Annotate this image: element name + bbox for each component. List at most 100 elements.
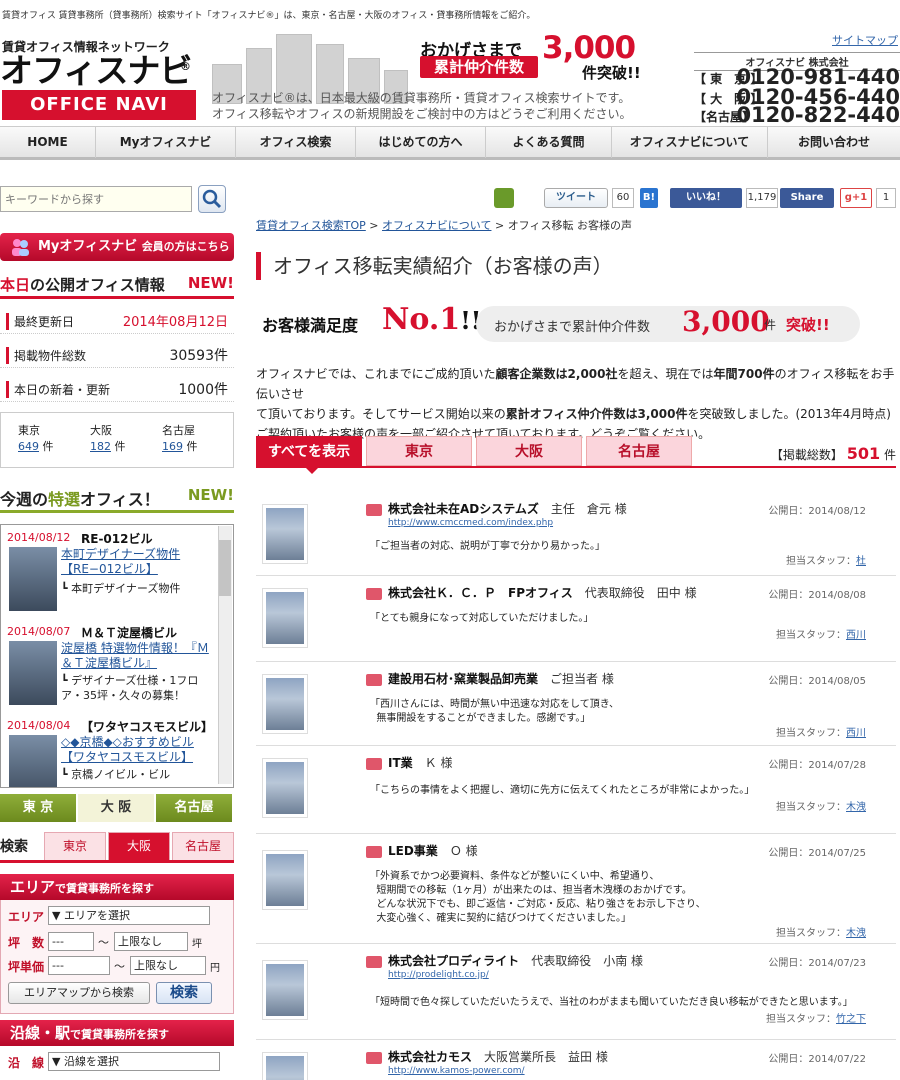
page-title: オフィス移転実績紹介（お客様の声） (256, 252, 613, 280)
building-thumbnail[interactable] (262, 674, 308, 734)
hatena-button[interactable]: B! (640, 188, 658, 208)
pill-text: おかげさまで累計仲介件数 (494, 320, 651, 335)
banner-label: 累計仲介件数 (420, 56, 538, 78)
entry-company: IT業 Ｋ 様 (388, 756, 453, 770)
satisfaction-text: お客様満足度 (262, 316, 359, 335)
weekly-link[interactable]: 本町デザイナーズ物件【RE−012ビル】 (61, 547, 217, 577)
tsubo-from-select[interactable]: --- (48, 932, 94, 951)
building-thumbnail[interactable] (262, 758, 308, 818)
tsubo-to-select[interactable]: 上限なし (114, 932, 188, 951)
entry-company: 建設用石材･窯業製品卸売業 ご担当者 様 (388, 672, 614, 686)
nav-home[interactable]: HOME (0, 127, 96, 158)
filter-tabs: すべてを表示 東京 大阪 名古屋 (256, 436, 696, 466)
weekly-title: 今週の特選オフィス！ NEW! (0, 486, 234, 509)
weekly-link[interactable]: 淀屋橋 特選物件情報！『Ｍ＆Ｔ淀屋橋ビル』 (61, 641, 217, 671)
entry-company: 株式会社プロディライト 代表取締役 小南 様 (388, 954, 644, 968)
nav-faq[interactable]: よくある質問 (486, 127, 612, 158)
my-officenavi-login-button[interactable]: Myオフィスナビ 会員の方はこちら (0, 233, 234, 261)
tab-osaka[interactable]: 大阪 (108, 832, 170, 860)
search-region-tabs: 東京 大阪 名古屋 (42, 832, 234, 860)
entry-comment: 「外資系でかつ必要資料、条件などが整いにくい中、希望通り、 短期間での移転（1ヶ… (370, 871, 706, 924)
list-item: 2014/08/04 【ワタヤコスモスビル】 ◇◆京橋◆◇おすすめビル【ワタヤコ… (1, 719, 217, 787)
divider (256, 466, 896, 468)
comment-icon (366, 674, 382, 686)
tab-all[interactable]: すべてを表示 (256, 436, 362, 466)
facebook-like-button[interactable]: いいね！ (670, 188, 742, 208)
area-search-button[interactable]: 検索 (156, 982, 212, 1004)
entry-staff: 担当スタッフ：木洩 (776, 802, 866, 813)
divider (0, 860, 234, 863)
phone-number: 0120-822-440 (736, 103, 900, 127)
price-from-select[interactable]: --- (48, 956, 110, 975)
building-thumbnail[interactable] (262, 588, 308, 648)
stat-total-count: 掲載物件総数 30593件 (0, 342, 234, 368)
entry-comment: 「とても親身になって対応していただけました。」 (370, 613, 594, 624)
price-to-select[interactable]: 上限なし (130, 956, 206, 975)
satisfaction-no1: No.1!! (382, 302, 482, 337)
building-photo[interactable] (9, 547, 57, 611)
testimonial-entry: 株式会社未在ADシステムズ 主任 倉元 様 公開日：2014/08/12 htt… (256, 492, 896, 576)
logo[interactable]: オフィスナビ (0, 52, 192, 90)
today-title: 本日の公開オフィス情報 NEW! (0, 274, 234, 294)
price-label: 坪単価 (8, 960, 45, 974)
entry-date: 公開日：2014/07/22 (768, 1054, 866, 1065)
comment-icon (366, 588, 382, 600)
tweet-button[interactable]: ツイート (544, 188, 608, 208)
tab-osaka[interactable]: 大阪 (476, 436, 582, 466)
keyword-search-input[interactable] (0, 186, 192, 212)
tab-osaka[interactable]: 大 阪 (78, 794, 156, 822)
tab-tokyo[interactable]: 東 京 (0, 794, 78, 822)
entry-url[interactable]: http://prodelight.co.jp/ (388, 970, 489, 980)
unit: 坪 (192, 939, 202, 950)
facebook-share-button[interactable]: Share (780, 188, 834, 208)
entry-staff: 担当スタッフ：木洩 (776, 928, 866, 939)
region-tabs: 東 京 大 阪 名古屋 (0, 794, 234, 822)
entry-company: LED事業 Ｏ 様 (388, 844, 478, 858)
building-thumbnail[interactable] (262, 850, 308, 910)
sitemap-link[interactable]: サイトマップ (832, 32, 898, 48)
search-button[interactable] (198, 185, 226, 213)
tab-nagoya[interactable]: 名古屋 (586, 436, 692, 466)
google-plus-button[interactable]: g+1 (840, 188, 872, 208)
entry-date: 公開日：2014/07/23 (768, 958, 866, 969)
breadcrumb-home[interactable]: 賃貸オフィス検索TOP (256, 219, 366, 232)
members-icon (12, 239, 29, 256)
weekly-link[interactable]: ◇◆京橋◆◇おすすめビル【ワタヤコスモスビル】 (61, 735, 217, 765)
tab-nagoya[interactable]: 名古屋 (172, 832, 234, 860)
evernote-icon[interactable] (494, 188, 514, 208)
tab-nagoya[interactable]: 名古屋 (156, 794, 234, 822)
phone-nagoya: 【名古屋】 0120-822-440 (694, 103, 900, 127)
testimonial-entry: 株式会社カモス 大阪営業所長 益田 様 公開日：2014/07/22 http:… (256, 1040, 896, 1080)
tweet-count: 60 (612, 188, 634, 208)
tab-tokyo[interactable]: 東京 (44, 832, 106, 860)
entry-date: 公開日：2014/07/28 (768, 760, 866, 771)
header-tagline: 賃貸オフィス 賃貸事務所（貸事務所）検索サイト「オフィスナビ®」は、東京・名古屋… (2, 11, 536, 21)
comment-icon (366, 956, 382, 968)
line-select[interactable]: ▼ 沿線を選択 (48, 1052, 220, 1071)
nav-about[interactable]: オフィスナビについて (612, 127, 768, 158)
breadcrumb-about[interactable]: オフィスナビについて (382, 219, 491, 232)
entry-date: 公開日：2014/08/05 (768, 676, 866, 687)
tab-tokyo[interactable]: 東京 (366, 436, 472, 466)
entry-url[interactable]: http://www.cmccmed.com/index.php (388, 518, 553, 528)
building-thumbnail[interactable] (262, 960, 308, 1020)
area-select[interactable]: ▼ エリアを選択 (48, 906, 210, 925)
comment-icon (366, 1052, 382, 1064)
area-map-button[interactable]: エリアマップから検索 (8, 982, 150, 1004)
entry-url[interactable]: http://www.kamos-power.com/ (388, 1066, 525, 1076)
main-nav: HOME Myオフィスナビ オフィス検索 はじめての方へ よくある質問 オフィス… (0, 126, 900, 160)
building-thumbnail[interactable] (262, 504, 308, 564)
nav-my-officenavi[interactable]: Myオフィスナビ (96, 127, 236, 158)
nav-office-search[interactable]: オフィス検索 (236, 127, 356, 158)
scroll-thumb[interactable] (219, 540, 231, 596)
building-photo[interactable] (9, 641, 57, 705)
nav-beginners[interactable]: はじめての方へ (356, 127, 486, 158)
building-photo[interactable] (9, 735, 57, 787)
entry-comment: 「西川さんには、時間が無い中迅速な対応をして頂き、 無事開設をすることができまし… (370, 699, 619, 724)
city-box (0, 412, 234, 468)
divider (0, 296, 234, 299)
building-thumbnail[interactable] (262, 1052, 308, 1080)
nav-contact[interactable]: お問い合わせ (768, 127, 900, 158)
pill-unit: 件 (764, 318, 777, 332)
weekly-list[interactable]: 2014/08/12 RE-012ビル 本町デザイナーズ物件【RE−012ビル】… (0, 524, 234, 788)
